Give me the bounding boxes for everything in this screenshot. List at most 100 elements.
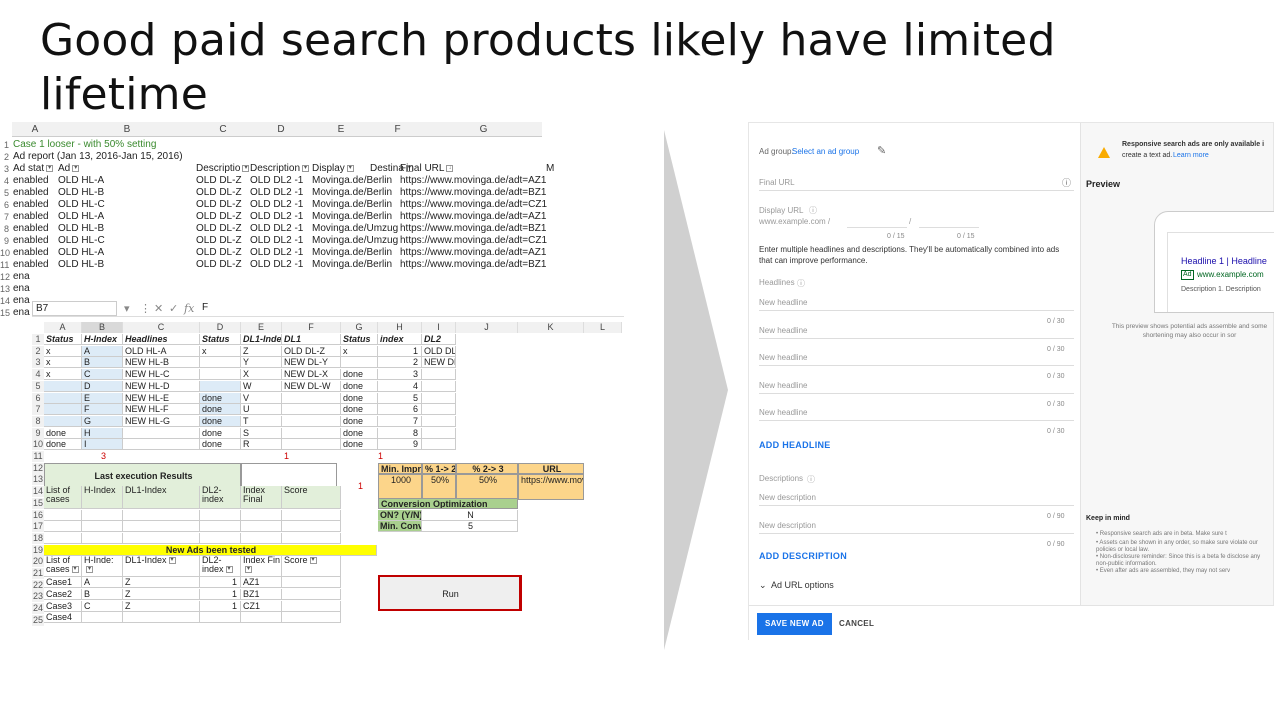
- help-icon[interactable]: ⓘ: [1062, 176, 1071, 189]
- grid-cell[interactable]: B: [82, 589, 123, 601]
- grid-cell[interactable]: x: [44, 357, 82, 369]
- grid-cell[interactable]: Status: [341, 334, 378, 345]
- run-button[interactable]: Run: [378, 575, 522, 612]
- grid-cell[interactable]: [123, 532, 200, 544]
- column-header[interactable]: A: [44, 322, 82, 333]
- grid-cell[interactable]: DL1-Index: [123, 486, 200, 510]
- sheet-cell[interactable]: OLD DL-Z: [196, 199, 242, 211]
- sheet-cell[interactable]: OLD HL-B: [58, 259, 104, 271]
- description-input[interactable]: New description: [759, 521, 816, 530]
- row-number[interactable]: 10: [0, 247, 10, 259]
- row-number[interactable]: 11: [32, 451, 44, 462]
- sheet-cell[interactable]: OLD DL-Z: [196, 235, 242, 247]
- headline-input[interactable]: New headline: [759, 353, 807, 362]
- grid-cell[interactable]: 1: [200, 600, 241, 612]
- grid-cell[interactable]: URL: [518, 462, 584, 474]
- sheet-cell[interactable]: ena: [13, 283, 30, 295]
- column-header[interactable]: B: [58, 122, 196, 137]
- grid-cell[interactable]: AZ1: [241, 577, 282, 589]
- sheet-cell[interactable]: OLD DL-Z: [196, 211, 242, 223]
- grid-cell[interactable]: ON? (Y/N): [378, 509, 422, 521]
- help-icon[interactable]: ⓘ: [809, 205, 817, 216]
- grid-cell[interactable]: I: [82, 439, 123, 451]
- sheet-cell[interactable]: OLD HL-B: [58, 187, 104, 199]
- grid-cell[interactable]: done: [341, 415, 378, 427]
- row-number[interactable]: 12: [32, 462, 44, 474]
- sheet-cell[interactable]: enabled: [13, 199, 49, 211]
- sheet-cell[interactable]: OLD HL-A: [58, 211, 104, 223]
- grid-cell[interactable]: [123, 612, 200, 624]
- sheet-cell[interactable]: Movinga.de/Berlin: [312, 175, 392, 187]
- sheet-cell[interactable]: ena: [13, 307, 30, 319]
- grid-cell[interactable]: Case2: [44, 589, 82, 601]
- row-number[interactable]: 6: [32, 392, 44, 404]
- grid-cell[interactable]: [422, 380, 456, 392]
- grid-cell[interactable]: C: [82, 600, 123, 612]
- grid-cell[interactable]: [282, 415, 341, 427]
- sheet-cell[interactable]: Ad report (Jan 13, 2016-Jan 15, 2016): [13, 151, 183, 163]
- grid-cell[interactable]: Z: [241, 345, 282, 357]
- grid-cell[interactable]: [282, 427, 341, 439]
- grid-cell[interactable]: done: [341, 392, 378, 404]
- grid-cell[interactable]: [282, 577, 341, 589]
- grid-cell[interactable]: A: [82, 577, 123, 589]
- sheet-cell[interactable]: https://www.movinga.de/adt=AZ1: [400, 175, 546, 187]
- sheet-cell[interactable]: Descriptio ▾: [196, 163, 250, 175]
- grid-cell[interactable]: done: [44, 439, 82, 451]
- sheet-cell[interactable]: enabled: [13, 175, 49, 187]
- filter-dropdown-icon[interactable]: ▾: [302, 164, 310, 172]
- grid-cell[interactable]: Z: [123, 577, 200, 589]
- grid-cell[interactable]: 1: [378, 451, 422, 462]
- grid-cell[interactable]: done: [44, 427, 82, 439]
- column-header[interactable]: E: [312, 122, 370, 137]
- row-number[interactable]: 19: [32, 544, 44, 556]
- grid-cell[interactable]: [282, 439, 341, 451]
- grid-cell[interactable]: [200, 532, 241, 544]
- grid-cell[interactable]: https://www.movinga.de/adt=: [518, 474, 584, 501]
- column-header[interactable]: H: [378, 322, 422, 333]
- headline-input[interactable]: New headline: [759, 408, 807, 417]
- sheet-cell[interactable]: ena: [13, 271, 30, 283]
- grid-cell[interactable]: [422, 404, 456, 416]
- grid-cell[interactable]: done: [200, 392, 241, 404]
- ad-group-link[interactable]: Select an ad group: [792, 147, 859, 156]
- row-number[interactable]: 3: [0, 163, 9, 175]
- sheet-cell[interactable]: OLD HL-B: [58, 223, 104, 235]
- row-number[interactable]: 15: [32, 497, 44, 509]
- row-number[interactable]: 18: [32, 532, 44, 544]
- column-header[interactable]: L: [584, 322, 622, 333]
- row-number[interactable]: 8: [32, 415, 44, 427]
- grid-cell[interactable]: 1: [341, 474, 378, 500]
- grid-cell[interactable]: 1: [200, 589, 241, 601]
- sheet-cell[interactable]: Description ▾: [250, 163, 310, 175]
- grid-cell[interactable]: [422, 439, 456, 451]
- grid-cell[interactable]: [82, 612, 123, 624]
- grid-cell[interactable]: [200, 612, 241, 624]
- grid-cell[interactable]: D: [82, 380, 123, 392]
- grid-cell[interactable]: 6: [378, 404, 422, 416]
- sheet-cell[interactable]: OLD DL2 -1: [250, 175, 303, 187]
- sheet-cell[interactable]: Movinga.de/Berlin: [312, 211, 392, 223]
- grid-cell[interactable]: Score: [282, 486, 341, 510]
- grid-cell[interactable]: 1: [282, 451, 341, 462]
- row-number[interactable]: 9: [32, 427, 44, 439]
- sheet-cell[interactable]: OLD DL2 -1: [250, 187, 303, 199]
- sheet-cell[interactable]: OLD DL2 -1: [250, 247, 303, 259]
- grid-cell[interactable]: E: [82, 392, 123, 404]
- grid-cell[interactable]: [44, 415, 82, 427]
- column-header[interactable]: D: [200, 322, 241, 333]
- grid-cell[interactable]: x: [44, 345, 82, 357]
- row-number[interactable]: 7: [0, 211, 9, 223]
- dropdown-icon[interactable]: ▾: [124, 302, 130, 315]
- sheet-cell[interactable]: Display ▾: [312, 163, 354, 175]
- sheet-cell[interactable]: https://www.movinga.de/adt=CZ1: [400, 199, 547, 211]
- row-number[interactable]: 7: [32, 404, 44, 416]
- filter-dropdown-icon[interactable]: ▾: [309, 557, 317, 565]
- sheet-cell[interactable]: Case 1 looser - with 50% setting: [13, 139, 156, 151]
- row-number[interactable]: 9: [0, 235, 9, 247]
- sheet-cell[interactable]: https://www.movinga.de/adt=AZ1: [400, 247, 546, 259]
- sheet-cell[interactable]: OLD HL-C: [58, 235, 105, 247]
- grid-cell[interactable]: DL2: [422, 334, 456, 345]
- grid-cell[interactable]: [123, 509, 200, 521]
- grid-cell[interactable]: NEW HL-F: [123, 404, 200, 416]
